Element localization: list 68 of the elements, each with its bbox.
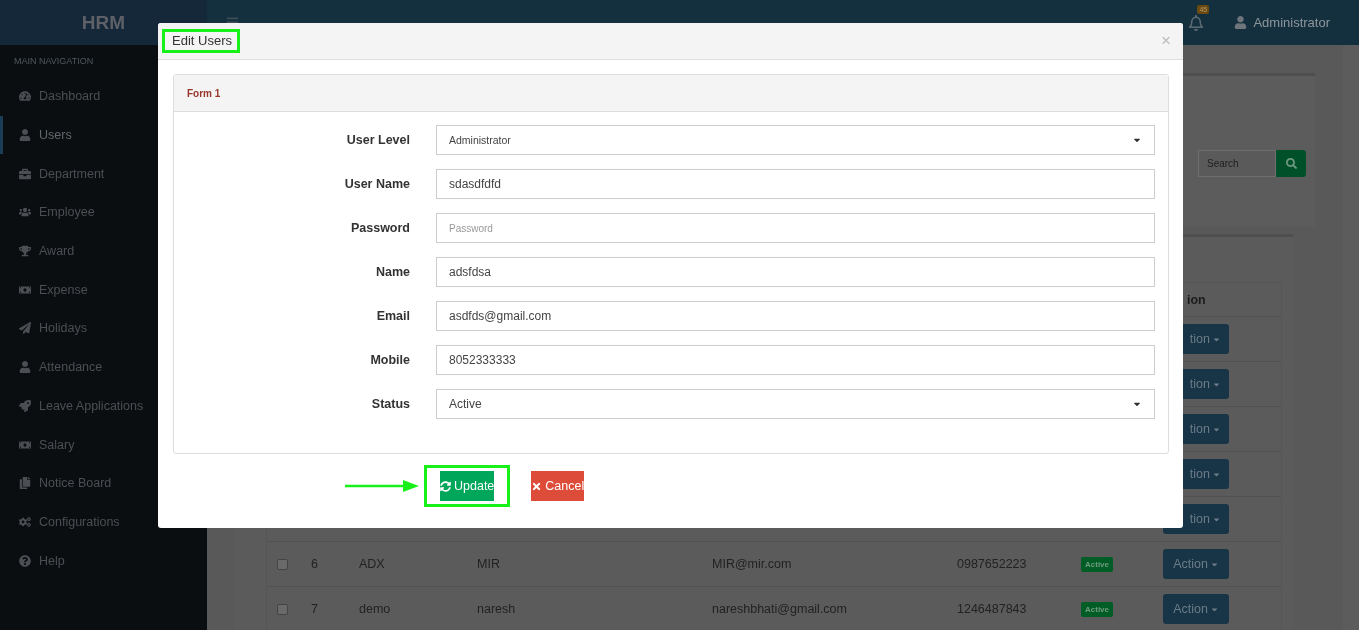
row-checkbox[interactable] <box>277 558 288 570</box>
close-button[interactable]: × <box>1161 31 1171 51</box>
bell-icon[interactable] <box>1188 14 1205 31</box>
nav-item[interactable]: Notice Board <box>0 463 207 503</box>
update-button[interactable]: Update <box>424 465 511 507</box>
input-field[interactable]: Password <box>436 213 1155 243</box>
column-header: ion <box>1186 291 1207 309</box>
search-icon <box>1285 158 1297 169</box>
nav-icon <box>19 129 31 142</box>
field-label: Name <box>374 265 410 279</box>
field-label: Mobile <box>369 353 410 367</box>
action-button[interactable]: Action <box>1163 594 1229 624</box>
nav-item[interactable]: Expense <box>0 270 207 310</box>
nav-item[interactable]: Configurations <box>0 502 207 542</box>
field-label: User Level <box>345 133 410 147</box>
table-cell: 6 <box>311 557 318 571</box>
nav-item[interactable]: Department <box>0 154 207 194</box>
field-label: Email <box>375 309 410 323</box>
table-cell: naresh <box>477 602 516 616</box>
table-cell: 1246487843 <box>957 602 1027 616</box>
table-cell: demo <box>359 602 391 616</box>
nav-icon <box>19 245 31 258</box>
status-badge: Active <box>1081 601 1113 617</box>
nav-icon <box>19 90 31 103</box>
search-field[interactable]: Search <box>1198 150 1276 177</box>
row-checkbox[interactable] <box>277 603 288 615</box>
select-field[interactable]: Active <box>436 389 1155 419</box>
refresh-icon <box>440 480 451 492</box>
table-cell: 7 <box>311 602 318 616</box>
table-cell: 0987652223 <box>957 557 1027 571</box>
input-field[interactable]: 8052333333 <box>436 345 1155 375</box>
nav-item[interactable]: Help <box>0 541 207 580</box>
nav-icon <box>19 554 31 567</box>
nav-item[interactable]: Award <box>0 231 207 271</box>
nav-icon <box>19 283 31 296</box>
select-field[interactable]: Administrator <box>436 125 1155 155</box>
nav-icon <box>19 515 31 528</box>
nav-item[interactable]: Attendance <box>0 347 207 387</box>
nav-icon <box>19 399 31 412</box>
dialog-title: Edit Users <box>162 29 240 53</box>
nav-icon <box>19 438 31 451</box>
nav-item[interactable]: Salary <box>0 425 207 464</box>
nav-icon <box>19 477 31 490</box>
nav-icon <box>19 167 31 180</box>
table-cell: ADX <box>359 557 385 571</box>
field-label: Status <box>370 397 410 411</box>
user-icon <box>1234 16 1248 29</box>
user-name[interactable]: Administrator <box>1253 15 1330 30</box>
field-label: User Name <box>343 177 410 191</box>
search-button[interactable] <box>1276 150 1306 177</box>
status-badge: Active <box>1081 556 1113 572</box>
nav-icon <box>19 206 31 219</box>
input-field[interactable]: adsfdsa <box>436 257 1155 287</box>
section-title: MAIN NAVIGATION <box>13 55 95 68</box>
nav-icon <box>19 361 31 374</box>
nav-item[interactable]: Employee <box>0 193 207 232</box>
nav-icon <box>19 322 31 335</box>
table-cell: MIR <box>477 557 500 571</box>
action-button[interactable]: Action <box>1163 549 1229 579</box>
nav-item[interactable]: Holidays <box>0 309 207 348</box>
table-cell: nareshbhati@gmail.com <box>712 602 847 616</box>
nav-item[interactable]: Leave Applications <box>0 386 207 426</box>
panel-title: Form 1 <box>174 75 1168 112</box>
table-cell: MIR@mir.com <box>712 557 792 571</box>
input-field[interactable]: sdasdfdfd <box>436 169 1155 199</box>
close-icon <box>531 480 543 492</box>
input-field[interactable]: asdfds@gmail.com <box>436 301 1155 331</box>
field-label: Password <box>349 221 410 235</box>
